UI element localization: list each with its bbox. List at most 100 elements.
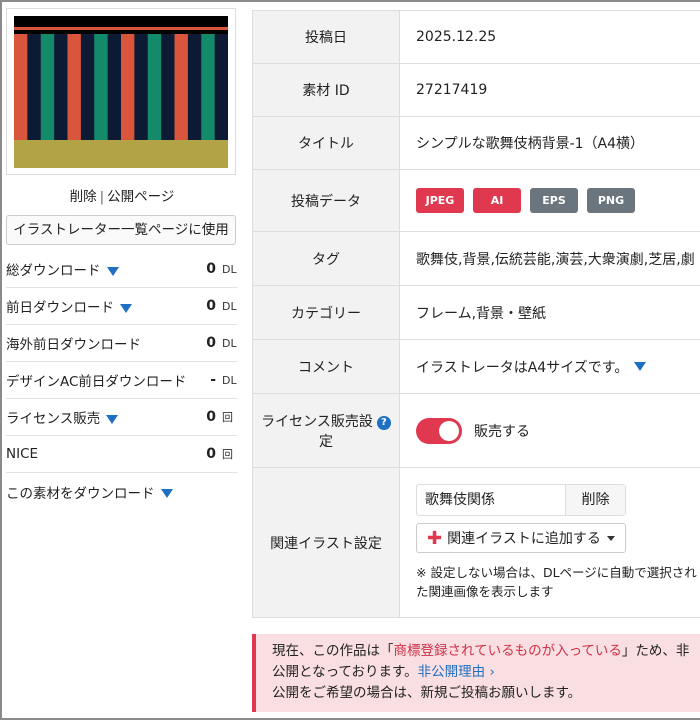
row-label: 関連イラスト設定 — [252, 468, 400, 617]
thumbnail-frame[interactable] — [6, 8, 236, 175]
thumb-top-band — [14, 16, 228, 27]
caret-down-icon — [606, 535, 615, 541]
toggle-knob — [439, 420, 459, 441]
thumb-dark-band — [14, 30, 228, 34]
jpeg-badge[interactable]: JPEG — [416, 188, 464, 213]
thumb-stripe — [107, 34, 122, 140]
related-delete-button[interactable]: 削除 — [565, 485, 625, 515]
stat-value: 0 — [206, 298, 216, 314]
row-license-setting: ライセンス販売設? 定 販売する — [252, 394, 700, 468]
thumb-stripe — [54, 34, 68, 140]
comment-value: イラストレータはA4サイズです。 — [416, 359, 629, 376]
row-label: 投稿データ — [252, 170, 400, 231]
row-comment: コメント イラストレータはA4サイズです。 — [252, 340, 700, 394]
expand-arrow-icon[interactable] — [634, 362, 647, 371]
thumb-stripe — [147, 34, 162, 140]
post-date-value: 2025.12.25 — [416, 29, 497, 45]
thumbnail-links: 削除 | 公開ページ — [6, 185, 238, 205]
license-label: ライセンス販売設 — [261, 413, 373, 430]
link-separator: | — [99, 189, 105, 205]
stat-label: この素材をダウンロード — [6, 485, 155, 502]
stat-label: 前日ダウンロード — [6, 300, 114, 316]
row-label: 素材 ID — [252, 64, 400, 116]
category-value: フレーム,背景・壁紙 — [416, 305, 547, 322]
thumbnail-image — [14, 16, 229, 168]
thumb-stripe — [27, 34, 42, 140]
png-badge[interactable]: PNG — [587, 188, 635, 213]
illustrator-list-button[interactable]: イラストレーター一覧ページに使用 — [6, 215, 236, 245]
dropdown-arrow-icon[interactable] — [106, 266, 119, 276]
stat-value: 0 — [206, 261, 216, 277]
stat-license-sales[interactable]: ライセンス販売 0 回 — [6, 399, 238, 436]
page-frame: 削除 | 公開ページ イラストレーター一覧ページに使用 総ダウンロード 0 DL 前… — [0, 0, 700, 720]
left-column: 削除 | 公開ページ イラストレーター一覧ページに使用 総ダウンロード 0 DL 前… — [6, 8, 238, 510]
stat-total-downloads[interactable]: 総ダウンロード 0 DL — [6, 251, 238, 288]
row-label: タイトル — [252, 117, 400, 169]
add-related-button[interactable]: ✚ 関連イラストに追加する — [416, 523, 626, 553]
dropdown-arrow-icon[interactable] — [106, 414, 119, 424]
unpublished-reason-link[interactable]: 非公開理由 › — [418, 664, 495, 680]
details-table: 投稿日 2025.12.25 素材 ID 27217419 タイトル シンプルな… — [252, 10, 700, 618]
row-material-id: 素材 ID 27217419 — [252, 64, 700, 117]
thumb-stripe — [67, 34, 82, 140]
stat-value: 0 — [206, 446, 216, 462]
alert-text: 公開をご希望の場合は、新規ご投稿お願いします。 — [272, 685, 582, 701]
thumb-stripe — [94, 34, 108, 140]
related-item: 歌舞伎関係 削除 — [416, 484, 626, 516]
alert-text: 現在、この作品は「 — [272, 643, 394, 659]
plus-icon: ✚ — [427, 527, 443, 549]
stat-prev-day-downloads[interactable]: 前日ダウンロード 0 DL — [6, 288, 238, 325]
help-icon[interactable]: ? — [376, 415, 391, 430]
thumb-stripe — [187, 34, 202, 140]
related-note: ※ 設定しない場合は、DLページに自動で選択され た関連画像を表示します — [416, 563, 700, 601]
dropdown-arrow-icon[interactable] — [120, 303, 132, 313]
unpublished-alert: 現在、この作品は「商標登録されているものが入っている」ため、非 公開となっており… — [252, 634, 700, 712]
stat-overseas-downloads: 海外前日ダウンロード 0 DL — [6, 325, 238, 362]
format-badges: JPEG AI EPS PNG — [400, 170, 700, 231]
stat-designac-downloads: デザインAC前日ダウンロード - DL — [6, 362, 238, 399]
row-label: コメント — [252, 340, 400, 393]
row-label: 投稿日 — [252, 11, 400, 63]
stat-label: 総ダウンロード — [6, 263, 101, 279]
thumb-stripe — [80, 34, 95, 140]
ai-badge[interactable]: AI — [473, 188, 521, 213]
add-related-label: 関連イラストに追加する — [447, 531, 601, 547]
row-post-data: 投稿データ JPEG AI EPS PNG — [252, 170, 700, 232]
row-tags: タグ 歌舞伎,背景,伝統芸能,演芸,大衆演劇,芝居,劇 — [252, 232, 700, 286]
thumb-stripe — [214, 34, 229, 140]
stat-value: 0 — [206, 409, 216, 425]
stat-unit: 回 — [222, 411, 233, 424]
alert-highlight: 商標登録されているものが入っている — [393, 643, 622, 659]
stat-unit: DL — [222, 299, 237, 313]
delete-link[interactable]: 削除 — [70, 189, 97, 205]
license-toggle[interactable] — [416, 417, 462, 444]
related-note-line1: ※ 設定しない場合は、DLページに自動で選択され — [416, 565, 697, 580]
related-cell: 歌舞伎関係 削除 ✚ 関連イラストに追加する ※ 設定しない場合は、DLページに… — [400, 468, 700, 617]
public-page-link[interactable]: 公開ページ — [107, 189, 174, 205]
row-post-date: 投稿日 2025.12.25 — [252, 11, 700, 64]
related-item-value: 歌舞伎関係 — [425, 492, 495, 508]
stat-label: NICE — [6, 446, 39, 462]
stat-unit: DL — [222, 336, 237, 350]
related-note-line2: た関連画像を表示します — [416, 584, 554, 599]
stat-value: - — [210, 372, 216, 388]
thumb-stripe — [134, 34, 149, 140]
comment-cell: イラストレータはA4サイズです。 — [400, 340, 700, 393]
stat-value: 0 — [206, 335, 216, 351]
tags-value: 歌舞伎,背景,伝統芸能,演芸,大衆演劇,芝居,劇 — [416, 251, 695, 268]
thumb-red-band — [14, 27, 228, 30]
thumb-ground — [14, 140, 228, 168]
row-label: カテゴリー — [252, 286, 400, 339]
material-id-value: 27217419 — [416, 82, 488, 98]
alert-text: 」ため、非 — [621, 643, 690, 659]
row-category: カテゴリー フレーム,背景・壁紙 — [252, 286, 700, 340]
stat-unit: DL — [222, 262, 237, 276]
dropdown-arrow-icon[interactable] — [160, 489, 173, 498]
stats-list: 総ダウンロード 0 DL 前日ダウンロード 0 DL 海外前日ダウンロード 0 … — [6, 251, 238, 510]
thumb-stripe — [174, 34, 189, 140]
title-value: シンプルな歌舞伎柄背景-1（A4横） — [416, 136, 645, 152]
stat-label: ライセンス販売 — [6, 411, 101, 427]
stat-download-this[interactable]: この素材をダウンロード — [6, 473, 238, 510]
license-cell: 販売する — [400, 394, 700, 467]
eps-badge[interactable]: EPS — [530, 188, 578, 213]
